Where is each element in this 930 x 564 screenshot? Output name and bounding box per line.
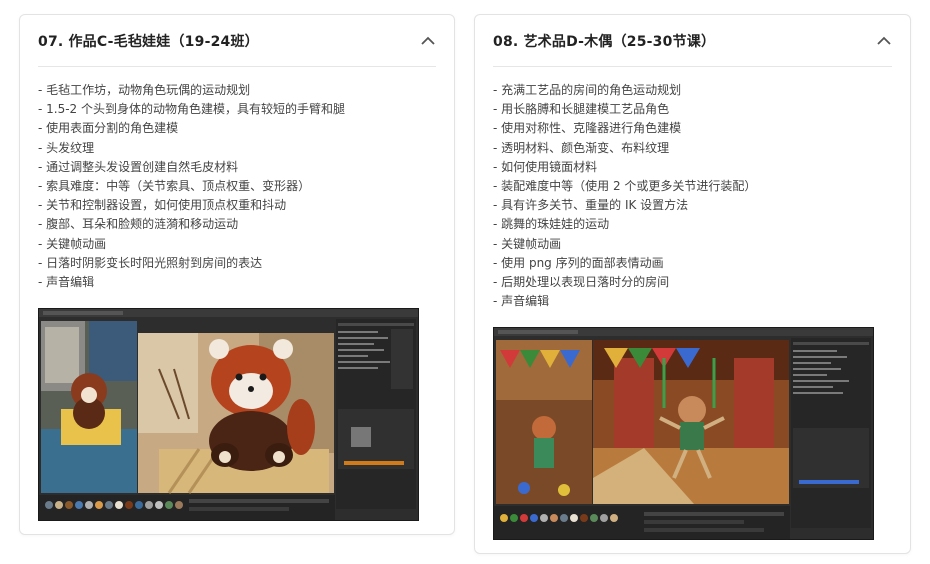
list-item: - 关键帧动画 bbox=[38, 236, 107, 251]
list-item: - 跳舞的珠娃娃的运动 bbox=[493, 217, 610, 232]
feature-list: - 充满工艺品的房间的角色运动规划 - 用长胳膊和长腿建模工艺品角色 - 使用对… bbox=[493, 81, 892, 311]
course-card-08: 08. 艺术品D-木偶（25-30节课） - 充满工艺品的房间的角色运动规划 -… bbox=[474, 14, 911, 554]
chevron-up-icon[interactable] bbox=[420, 33, 436, 49]
list-item: - 关节和控制器设置，如何使用顶点权重和抖动 bbox=[38, 198, 287, 213]
list-item: - 日落时阴影变长时阳光照射到房间的表达 bbox=[38, 255, 263, 270]
list-item: - 头发纹理 bbox=[38, 140, 95, 155]
list-item: - 声音编辑 bbox=[38, 275, 95, 290]
list-item: - 使用表面分割的角色建模 bbox=[38, 121, 179, 136]
list-item: - 腹部、耳朵和脸颊的涟漪和移动运动 bbox=[38, 217, 239, 232]
card-body: - 毛毡工作坊，动物角色玩偶的运动规划 - 1.5-2 个头到身体的动物角色建模… bbox=[20, 67, 454, 292]
list-item: - 用长胳膊和长腿建模工艺品角色 bbox=[493, 102, 670, 117]
feature-list: - 毛毡工作坊，动物角色玩偶的运动规划 - 1.5-2 个头到身体的动物角色建模… bbox=[38, 81, 436, 292]
card-title: 08. 艺术品D-木偶（25-30节课） bbox=[493, 33, 716, 50]
editor-screenshot-image bbox=[493, 327, 874, 540]
list-item: - 使用对称性、克隆器进行角色建模 bbox=[493, 121, 682, 136]
list-item: - 通过调整头发设置创建自然毛皮材料 bbox=[38, 159, 239, 174]
list-item: - 使用 png 序列的面部表情动画 bbox=[493, 255, 664, 270]
course-card-07: 07. 作品C-毛毡娃娃（19-24班） - 毛毡工作坊，动物角色玩偶的运动规划… bbox=[19, 14, 455, 535]
list-item: - 如何使用镜面材料 bbox=[493, 159, 598, 174]
card-title: 07. 作品C-毛毡娃娃（19-24班） bbox=[38, 33, 259, 50]
list-item: - 充满工艺品的房间的角色运动规划 bbox=[493, 83, 682, 97]
list-item: - 毛毡工作坊，动物角色玩偶的运动规划 bbox=[38, 83, 251, 97]
card-header[interactable]: 08. 艺术品D-木偶（25-30节课） bbox=[493, 15, 892, 67]
list-item: - 索具难度：中等（关节索具、顶点权重、变形器） bbox=[38, 179, 311, 194]
list-item: - 声音编辑 bbox=[493, 294, 550, 309]
list-item: - 具有许多关节、重量的 IK 设置方法 bbox=[493, 198, 689, 213]
list-item: - 装配难度中等（使用 2 个或更多关节进行装配） bbox=[493, 179, 757, 194]
list-item: - 1.5-2 个头到身体的动物角色建模，具有较短的手臂和腿 bbox=[38, 102, 346, 117]
list-item: - 关键帧动画 bbox=[493, 236, 562, 251]
card-body: - 充满工艺品的房间的角色运动规划 - 用长胳膊和长腿建模工艺品角色 - 使用对… bbox=[475, 67, 910, 311]
list-item: - 透明材料、颜色渐变、布料纹理 bbox=[493, 140, 670, 155]
card-header[interactable]: 07. 作品C-毛毡娃娃（19-24班） bbox=[38, 15, 436, 67]
list-item: - 后期处理以表现日落时分的房间 bbox=[493, 275, 670, 290]
chevron-up-icon[interactable] bbox=[876, 33, 892, 49]
editor-screenshot-image bbox=[38, 308, 419, 521]
